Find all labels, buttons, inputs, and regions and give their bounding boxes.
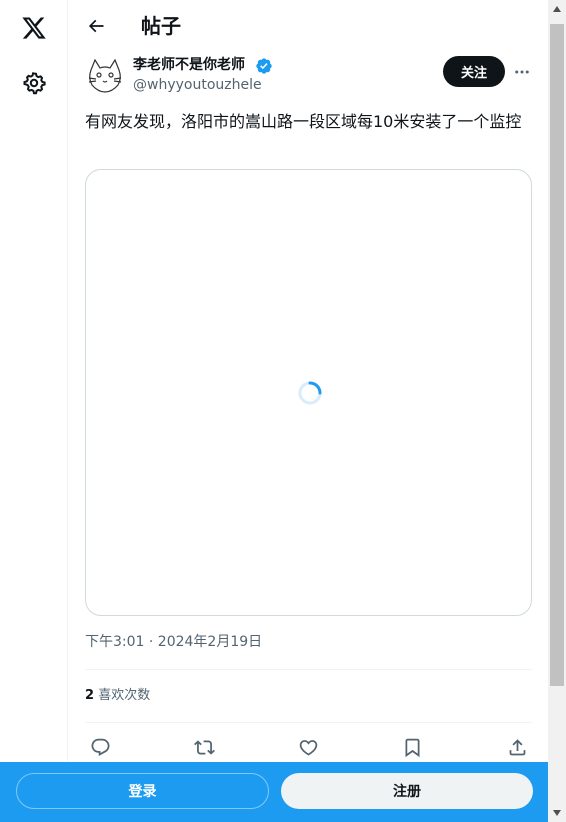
login-button[interactable]: 登录 [16,773,269,809]
bookmark-icon[interactable] [399,734,425,760]
arrow-left-icon [88,19,104,33]
avatar[interactable] [85,56,125,96]
x-logo-icon[interactable] [14,8,54,48]
follow-button[interactable]: 关注 [443,56,505,87]
loading-spinner-icon [298,381,322,405]
author-name[interactable]: 李老师不是你老师 [133,56,245,75]
media-container[interactable] [85,169,532,616]
likes-count: 2 [85,688,95,703]
left-nav-rail [0,0,68,822]
scrollbar[interactable] [548,0,566,822]
back-button[interactable] [81,11,111,41]
share-icon[interactable] [504,734,530,760]
login-prompt-bar: 登录 注册 [0,762,548,822]
verified-badge-icon [255,57,273,75]
post-timestamp[interactable]: 下午3:01 · 2024年2月19日 [85,633,262,652]
signup-button[interactable]: 注册 [281,773,533,809]
scrollbar-thumb[interactable] [550,24,564,686]
more-horizontal-icon[interactable] [510,60,534,84]
retweet-icon[interactable] [191,734,217,760]
page-title: 帖子 [141,14,181,38]
post-text: 有网友发现，洛阳市的嵩山路一段区域每10米安装了一个监控 [85,112,522,131]
scroll-down-arrow-icon[interactable] [548,804,566,822]
post-detail-column: 帖子 李老师不是你老师 @whyyoutouzhele 关注 有网友发现，洛阳市… [69,0,548,822]
heart-icon[interactable] [295,734,321,760]
post-actions-bar [85,734,532,760]
page-header: 帖子 [69,0,548,54]
reply-icon[interactable] [87,734,113,760]
scroll-up-arrow-icon[interactable] [548,0,566,18]
likes-label: 喜欢次数 [98,688,151,703]
likes-stat[interactable]: 2 喜欢次数 [85,686,150,705]
divider [85,669,532,670]
divider [85,722,532,723]
author-handle[interactable]: @whyyoutouzhele [133,76,262,95]
gear-icon[interactable] [14,63,54,103]
